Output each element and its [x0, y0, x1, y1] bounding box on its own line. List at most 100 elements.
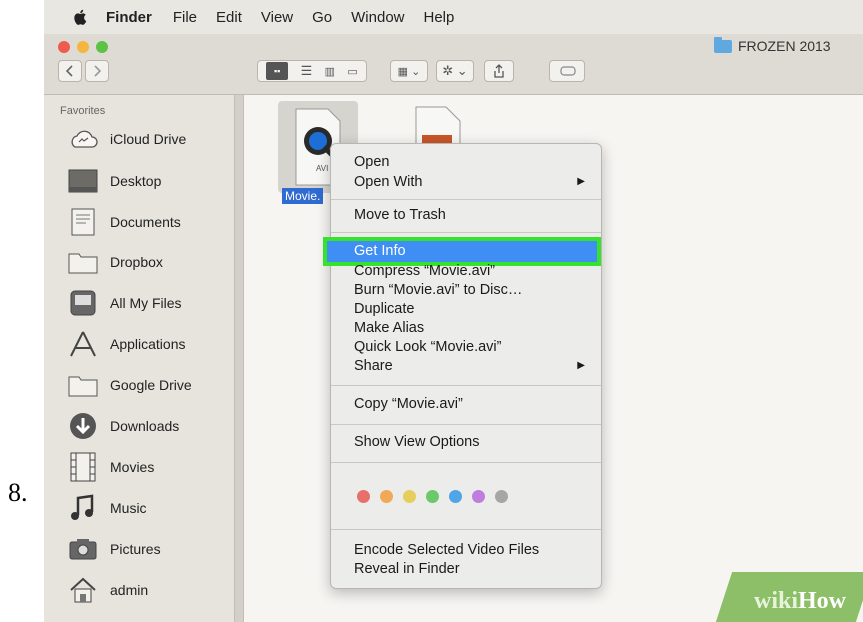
- menu-item-compress[interactable]: Compress “Movie.avi”: [354, 261, 589, 281]
- tag-green[interactable]: [426, 490, 439, 503]
- arrange-button[interactable]: ▦ ⌄: [390, 60, 428, 82]
- tag-orange[interactable]: [380, 490, 393, 503]
- share-icon: [494, 64, 504, 78]
- submenu-arrow-icon: ▶: [577, 176, 585, 187]
- apple-icon[interactable]: [72, 8, 90, 26]
- file-type-badge: AVI: [316, 164, 329, 173]
- desktop-icon: [66, 166, 100, 196]
- documents-icon: [66, 207, 100, 237]
- camera-icon: [66, 534, 100, 564]
- menu-item-open[interactable]: Open: [354, 152, 589, 172]
- column-view-icon[interactable]: ▥: [325, 65, 335, 78]
- sidebar-item-dropbox[interactable]: Dropbox: [66, 245, 163, 279]
- menu-separator: [331, 529, 601, 530]
- tag-icon: [560, 66, 576, 76]
- folder-icon: [714, 36, 732, 53]
- sidebar-item-label: admin: [110, 582, 149, 598]
- sidebar-item-pictures[interactable]: Pictures: [66, 532, 161, 566]
- sidebar-item-downloads[interactable]: Downloads: [66, 409, 179, 443]
- sidebar-item-desktop[interactable]: Desktop: [66, 164, 161, 198]
- finder-screenshot: Finder File Edit View Go Window Help FRO…: [44, 0, 863, 622]
- menu-item-duplicate[interactable]: Duplicate: [354, 299, 589, 319]
- sidebar-item-icloud-drive[interactable]: iCloud Drive: [66, 122, 186, 156]
- forward-button[interactable]: [85, 60, 109, 82]
- menu-separator: [331, 385, 601, 386]
- icon-view-icon[interactable]: ▪▪: [266, 62, 289, 80]
- sidebar-item-admin[interactable]: admin: [66, 573, 148, 607]
- sidebar-item-label: Music: [110, 500, 147, 516]
- menu-edit[interactable]: Edit: [216, 9, 242, 26]
- sidebar-item-applications[interactable]: Applications: [66, 327, 186, 361]
- tag-yellow[interactable]: [403, 490, 416, 503]
- menu-window[interactable]: Window: [351, 9, 404, 26]
- menu-separator: [331, 232, 601, 233]
- zoom-window-button[interactable]: [96, 41, 108, 53]
- sidebar-item-label: Dropbox: [110, 254, 163, 270]
- submenu-arrow-icon: ▶: [577, 360, 585, 371]
- menu-view[interactable]: View: [261, 9, 293, 26]
- minimize-window-button[interactable]: [77, 41, 89, 53]
- sidebar-resize-handle[interactable]: [234, 95, 244, 622]
- folder-icon: [66, 370, 100, 400]
- menu-item-label: Open With: [354, 174, 423, 190]
- action-button[interactable]: ✲ ⌄: [436, 60, 474, 82]
- watermark-logo: wikiHow: [754, 588, 846, 615]
- menu-item-show-view-options[interactable]: Show View Options: [354, 432, 589, 452]
- tags-button[interactable]: [549, 60, 585, 82]
- view-mode-segmented[interactable]: ▪▪ ☰ ▥ ▭: [257, 60, 367, 82]
- sidebar-item-google-drive[interactable]: Google Drive: [66, 368, 192, 402]
- share-button[interactable]: [484, 60, 514, 82]
- menu-item-quick-look[interactable]: Quick Look “Movie.avi”: [354, 337, 589, 357]
- menu-go[interactable]: Go: [312, 9, 332, 26]
- menu-separator: [331, 462, 601, 463]
- tag-red[interactable]: [357, 490, 370, 503]
- menu-item-make-alias[interactable]: Make Alias: [354, 318, 589, 338]
- sidebar-item-all-my-files[interactable]: All My Files: [66, 286, 182, 320]
- sidebar-item-label: iCloud Drive: [110, 131, 187, 147]
- grid-icon: ▦ ⌄: [397, 65, 421, 78]
- menu-separator: [331, 424, 601, 425]
- sidebar-item-label: Movies: [110, 459, 155, 475]
- menu-bar: Finder File Edit View Go Window Help: [44, 0, 863, 35]
- tag-gray[interactable]: [495, 490, 508, 503]
- all-files-icon: [66, 288, 100, 318]
- sidebar: Favorites iCloud Drive Desktop Documents…: [44, 95, 236, 622]
- watermark-part2: How: [798, 588, 847, 614]
- menu-item-open-with[interactable]: Open With ▶: [354, 172, 589, 192]
- menu-item-encode-video[interactable]: Encode Selected Video Files: [354, 540, 589, 560]
- step-number: 8.: [8, 478, 28, 507]
- selected-file-label[interactable]: Movie.: [282, 188, 324, 204]
- cloud-icon: [66, 124, 100, 154]
- tag-purple[interactable]: [472, 490, 485, 503]
- chevron-right-icon: [94, 65, 102, 77]
- applications-icon: [66, 329, 100, 359]
- menu-item-reveal-in-finder[interactable]: Reveal in Finder: [354, 559, 589, 579]
- cover-flow-icon[interactable]: ▭: [347, 65, 357, 78]
- music-icon: [66, 493, 100, 523]
- film-icon: [66, 452, 100, 482]
- tag-blue[interactable]: [449, 490, 462, 503]
- back-button[interactable]: [58, 60, 82, 82]
- menu-item-copy[interactable]: Copy “Movie.avi”: [354, 394, 589, 414]
- download-icon: [66, 411, 100, 441]
- close-window-button[interactable]: [58, 41, 70, 53]
- sidebar-item-music[interactable]: Music: [66, 491, 147, 525]
- sidebar-item-movies[interactable]: Movies: [66, 450, 154, 484]
- color-tags: [357, 490, 508, 503]
- watermark-part1: wiki: [754, 588, 799, 614]
- menu-help[interactable]: Help: [424, 9, 455, 26]
- menu-item-share[interactable]: Share ▶: [354, 356, 589, 376]
- menu-item-burn[interactable]: Burn “Movie.avi” to Disc…: [354, 280, 589, 300]
- sidebar-item-label: All My Files: [110, 295, 182, 311]
- menu-item-move-to-trash[interactable]: Move to Trash: [354, 205, 589, 225]
- sidebar-item-documents[interactable]: Documents: [66, 205, 181, 239]
- sidebar-item-label: Documents: [110, 214, 181, 230]
- list-view-icon[interactable]: ☰: [301, 63, 313, 79]
- menu-finder[interactable]: Finder: [106, 9, 152, 26]
- window-title: FROZEN 2013: [714, 36, 831, 54]
- menu-item-get-info[interactable]: Get Info: [354, 241, 589, 261]
- sidebar-item-label: Downloads: [110, 418, 180, 434]
- menu-item-label: Share: [354, 358, 393, 374]
- menu-file[interactable]: File: [173, 9, 197, 26]
- gear-icon: ✲ ⌄: [442, 63, 468, 78]
